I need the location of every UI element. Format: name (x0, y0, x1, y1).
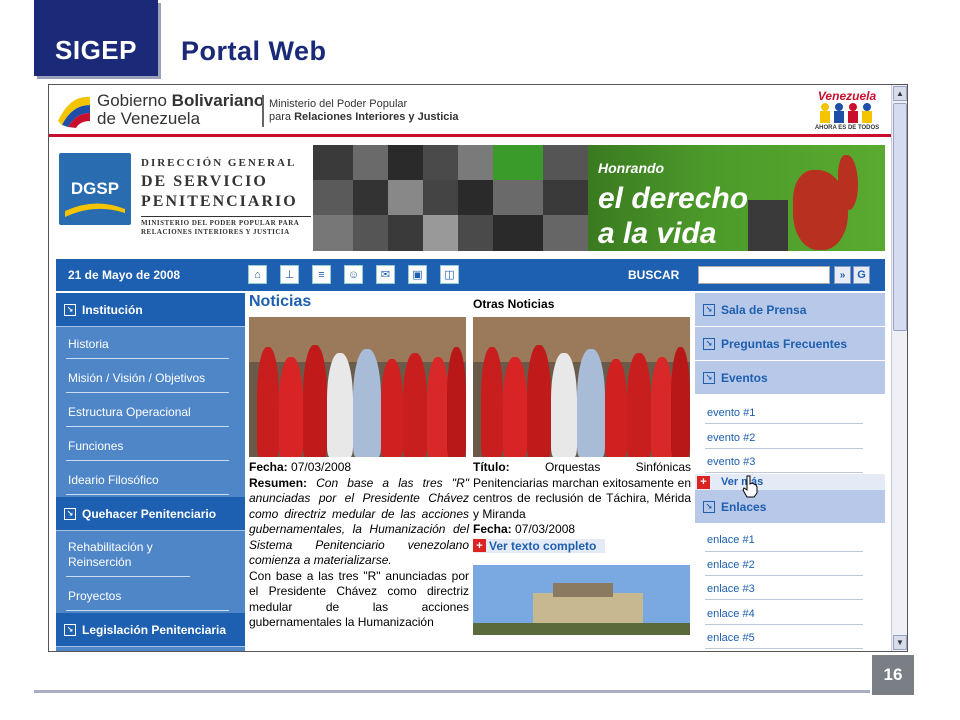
link-item[interactable]: enlace #2 (695, 553, 885, 577)
arrow-box-icon: ↘ (703, 371, 715, 384)
ver-mas-link[interactable]: + Ver más (695, 474, 885, 491)
sidebar-header-sala-prensa[interactable]: ↘ Sala de Prensa (695, 293, 885, 327)
mail-icon[interactable]: ✉ (376, 265, 395, 284)
banner-row: DGSP DIRECCIÓN GENERAL DE SERVICIO PENIT… (49, 143, 892, 255)
ver-texto-completo-link[interactable]: + Ver texto completo (473, 538, 605, 553)
search-input[interactable] (698, 266, 830, 284)
slide-title: Portal Web (181, 36, 327, 66)
header-divider (262, 95, 264, 127)
scroll-thumb[interactable] (893, 103, 907, 331)
other-news-summary: Título: Orquestas Sinfónicas Penitenciar… (473, 460, 691, 536)
sidebar-item-estructura[interactable]: Estructura Operacional (56, 395, 245, 429)
arrow-box-icon: ↘ (64, 623, 76, 636)
event-link[interactable]: evento #3 (695, 450, 885, 474)
left-sidebar: ↘ Institución Historia Misión / Visión /… (56, 293, 245, 651)
sidebar-item-rehabilitacion[interactable]: Rehabilitación y Reinserción (56, 531, 206, 579)
government-header: Gobierno Bolivariano de Venezuela Minist… (49, 85, 892, 137)
sitemap-icon[interactable]: ⊥ (280, 265, 299, 284)
arrow-box-icon: ↘ (703, 303, 715, 316)
folder-icon[interactable]: ▣ (408, 265, 427, 284)
current-date: 21 de Mayo de 2008 (68, 268, 181, 282)
link-item[interactable]: enlace #1 (695, 528, 885, 552)
slide: SIGEP Portal Web Gobierno Bolivariano de… (0, 0, 960, 720)
other-news-photo (473, 317, 690, 457)
sigep-brand-box: SIGEP (34, 0, 158, 76)
document-icon[interactable]: ≡ (312, 265, 331, 284)
plus-icon: + (697, 475, 710, 489)
event-link[interactable]: evento #1 (695, 401, 885, 425)
sidebar-item-mision[interactable]: Misión / Visión / Objetivos (56, 361, 245, 395)
ministry-name: Ministerio del Poder Popular para Relaci… (269, 98, 459, 123)
scroll-up-icon[interactable]: ▲ (893, 86, 907, 101)
home-icon[interactable]: ⌂ (248, 265, 267, 284)
sidebar-header-institucion[interactable]: ↘ Institución (56, 293, 245, 327)
other-news-column: Otras Noticias Título: Orquestas Sinfóni… (473, 293, 691, 651)
news-photo (249, 317, 466, 457)
browser-screenshot: Gobierno Bolivariano de Venezuela Minist… (48, 84, 908, 652)
nav-bar: 21 de Mayo de 2008 ⌂ ⊥ ≡ ☺ ✉ ▣ ◫ BUSCAR … (56, 259, 885, 291)
google-search-button[interactable]: G (853, 266, 870, 284)
venezuela-flag-icon (58, 96, 90, 128)
people-figures-icon (820, 103, 872, 123)
sigep-brand: SIGEP (55, 35, 137, 65)
scroll-down-icon[interactable]: ▼ (893, 635, 907, 650)
link-item[interactable]: enlace #4 (695, 601, 885, 626)
vertical-scrollbar[interactable]: ▲ ▼ (891, 85, 907, 651)
government-name: Gobierno Bolivariano de Venezuela (97, 91, 265, 128)
page-number: 16 (872, 655, 914, 695)
nav-icon-group: ⌂ ⊥ ≡ ☺ ✉ ▣ ◫ (248, 265, 459, 284)
dgsp-swoosh-icon (65, 203, 125, 217)
people-icon[interactable]: ☺ (344, 265, 363, 284)
banner-slogan: Honrando el derecho a la vida (598, 160, 749, 250)
dgsp-name: DIRECCIÓN GENERAL DE SERVICIO PENITENCIA… (141, 157, 311, 237)
hand-cursor-icon (742, 475, 758, 498)
search-go-button[interactable]: » (834, 266, 851, 284)
bottom-rule (34, 690, 870, 693)
sidebar-header-eventos[interactable]: ↘ Eventos (695, 361, 885, 395)
sidebar-item-funciones[interactable]: Funciones (56, 429, 245, 463)
right-sidebar: ↘ Sala de Prensa ↘ Preguntas Frecuentes … (695, 293, 885, 651)
sidebar-item-ideario[interactable]: Ideario Filosófico (56, 463, 245, 497)
arrow-box-icon: ↘ (703, 337, 715, 350)
sidebar-item-proyectos[interactable]: Proyectos (56, 579, 245, 613)
arrow-box-icon: ↘ (64, 507, 76, 520)
news-summary: Fecha: 07/03/2008 Resumen: Con base a la… (249, 460, 469, 629)
news-column: Noticias Fecha: 07/03/2008 Resumen: Con … (249, 293, 469, 651)
gallery-icon[interactable]: ◫ (440, 265, 459, 284)
link-item[interactable]: enlace #3 (695, 577, 885, 601)
link-item[interactable]: enlace #5 (695, 626, 885, 650)
banner-image: Honrando el derecho a la vida (313, 145, 885, 251)
sidebar-header-quehacer[interactable]: ↘ Quehacer Penitenciario (56, 497, 245, 531)
portal-page: Gobierno Bolivariano de Venezuela Minist… (49, 85, 892, 651)
venezuela-logo: Venezuela AHORA ES DE TODOS (809, 89, 885, 133)
search-label: BUSCAR (628, 268, 680, 282)
other-news-title: Otras Noticias (473, 297, 555, 311)
plus-icon: + (473, 539, 486, 552)
sidebar-header-enlaces[interactable]: ↘ Enlaces (695, 490, 885, 525)
arrow-box-icon: ↘ (64, 303, 76, 316)
dgsp-logo: DGSP (59, 153, 131, 225)
building-photo (473, 564, 690, 635)
arrow-box-icon: ↘ (703, 500, 715, 513)
sidebar-header-preguntas[interactable]: ↘ Preguntas Frecuentes (695, 327, 885, 361)
news-title: Noticias (249, 293, 312, 310)
sidebar-header-legislacion[interactable]: ↘ Legislación Penitenciaria (56, 613, 245, 647)
sidebar-item-historia[interactable]: Historia (56, 327, 245, 361)
event-link[interactable]: evento #2 (695, 425, 885, 450)
